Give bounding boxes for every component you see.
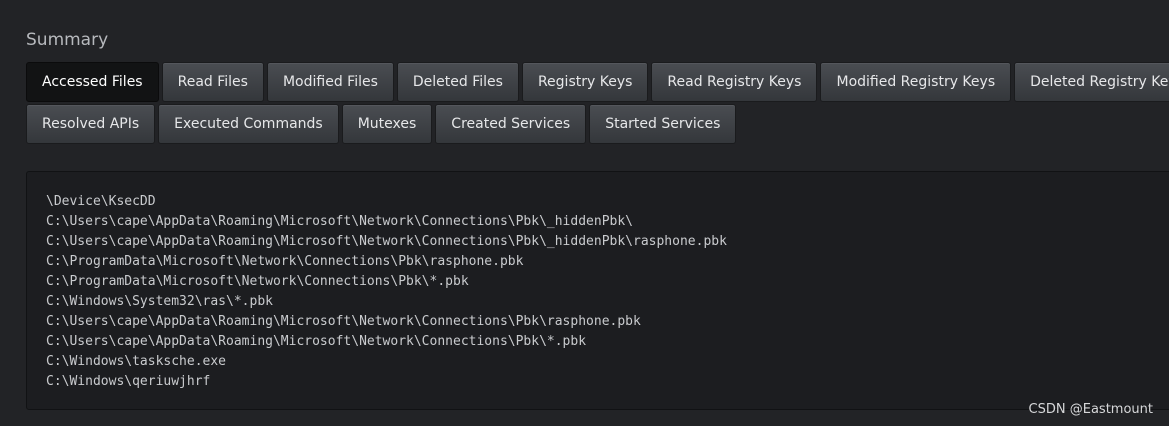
file-path: C:\Users\cape\AppData\Roaming\Microsoft\…	[46, 334, 587, 349]
file-path: C:\Users\cape\AppData\Roaming\Microsoft\…	[46, 234, 727, 249]
file-path: C:\Users\cape\AppData\Roaming\Microsoft\…	[46, 214, 633, 229]
tab-read-registry-keys[interactable]: Read Registry Keys	[651, 62, 818, 102]
file-path: \Device\KsecDD	[46, 194, 156, 209]
tab-registry-keys[interactable]: Registry Keys	[521, 62, 649, 102]
tab-modified-registry-keys[interactable]: Modified Registry Keys	[820, 62, 1012, 102]
tab-deleted-files[interactable]: Deleted Files	[396, 62, 519, 102]
file-path: C:\Windows\System32\ras\*.pbk	[46, 294, 273, 309]
tab-started-services[interactable]: Started Services	[589, 104, 737, 144]
tab-read-files[interactable]: Read Files	[161, 62, 264, 102]
accessed-files-panel: \Device\KsecDD C:\Users\cape\AppData\Roa…	[26, 171, 1169, 410]
file-path: C:\ProgramData\Microsoft\Network\Connect…	[46, 254, 524, 269]
tab-modified-files[interactable]: Modified Files	[266, 62, 394, 102]
summary-page: Summary Accessed Files Read Files Modifi…	[0, 0, 1169, 426]
tab-executed-commands[interactable]: Executed Commands	[158, 104, 339, 144]
summary-title: Summary	[26, 30, 109, 50]
watermark: CSDN @Eastmount	[1028, 402, 1153, 417]
file-path: C:\Windows\tasksche.exe	[46, 354, 227, 369]
tab-bar: Accessed Files Read Files Modified Files…	[26, 62, 1169, 146]
file-path: C:\Windows\qeriuwjhrf	[46, 374, 211, 389]
file-path: C:\ProgramData\Microsoft\Network\Connect…	[46, 274, 469, 289]
tab-deleted-registry-keys[interactable]: Deleted Registry Keys	[1014, 62, 1169, 102]
tab-accessed-files[interactable]: Accessed Files	[26, 62, 159, 102]
tab-created-services[interactable]: Created Services	[435, 104, 587, 144]
tab-mutexes[interactable]: Mutexes	[341, 104, 433, 144]
tab-row-2: Resolved APIs Executed Commands Mutexes …	[26, 104, 1136, 144]
tab-row-1: Accessed Files Read Files Modified Files…	[26, 62, 1169, 102]
file-path: C:\Users\cape\AppData\Roaming\Microsoft\…	[46, 314, 641, 329]
tab-resolved-apis[interactable]: Resolved APIs	[26, 104, 156, 144]
